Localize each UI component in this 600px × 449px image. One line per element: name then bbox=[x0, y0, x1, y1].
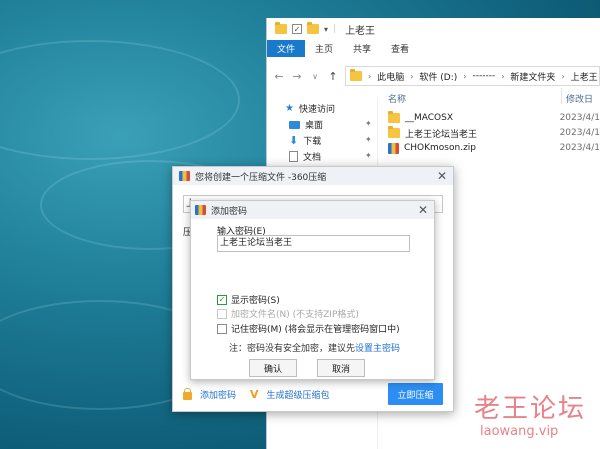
quick-access-dropdown-icon[interactable]: ▾ bbox=[324, 25, 328, 34]
super-archive-icon: V bbox=[250, 387, 259, 401]
super-archive-link[interactable]: 生成超级压缩包 bbox=[267, 388, 330, 401]
compress-now-button[interactable]: 立即压缩 bbox=[388, 383, 443, 405]
tab-view[interactable]: 查看 bbox=[381, 40, 419, 57]
column-divider[interactable] bbox=[561, 88, 562, 104]
breadcrumb-item[interactable]: 软件 (D:) bbox=[419, 70, 457, 83]
nav-item-documents[interactable]: 文档 bbox=[289, 150, 321, 163]
list-item[interactable]: 上老王论坛当老王 2023/4/1 bbox=[388, 126, 600, 140]
chevron-right-icon: › bbox=[463, 71, 467, 81]
watermark: 老王论坛 laowang.vip bbox=[470, 384, 600, 449]
nav-label: 下载 bbox=[303, 137, 322, 147]
breadcrumb-item[interactable]: 上老王 bbox=[571, 70, 598, 83]
breadcrumb-item[interactable]: ------- bbox=[472, 71, 495, 81]
folder-icon bbox=[350, 69, 362, 81]
zip-archive-icon bbox=[388, 142, 399, 154]
chevron-right-icon: › bbox=[410, 71, 414, 81]
add-password-dialog: 添加密码 ✕ 输入密码(E) 上老王论坛当老王 ✓ 显示密码(S) 加密文件名(… bbox=[190, 200, 435, 380]
note-text: 注：密码没有安全加密，建议先 bbox=[229, 344, 356, 354]
download-icon: ⬇ bbox=[289, 134, 299, 147]
folder-icon bbox=[388, 111, 400, 123]
nav-label: 快速访问 bbox=[298, 105, 335, 115]
explorer-titlebar: ✓ ▾ | 上老王 bbox=[267, 18, 600, 40]
chevron-right-icon: › bbox=[561, 71, 565, 81]
watermark-title: 老王论坛 bbox=[474, 394, 587, 424]
column-header-date[interactable]: 修改日 bbox=[566, 92, 593, 105]
dialog-titlebar: 您将创建一个压缩文件 -360压缩 ✕ bbox=[173, 167, 453, 185]
explorer-title: 上老王 bbox=[345, 25, 376, 37]
document-icon bbox=[289, 151, 298, 162]
tab-file[interactable]: 文件 bbox=[267, 40, 306, 57]
close-icon[interactable]: ✕ bbox=[437, 169, 447, 183]
nav-label: 桌面 bbox=[305, 121, 324, 131]
remember-password-checkbox[interactable] bbox=[217, 323, 227, 334]
back-arrow-icon[interactable]: ← bbox=[273, 70, 285, 83]
file-name: CHOKmoson.zip bbox=[404, 143, 477, 153]
file-name: __MACOSX bbox=[405, 113, 454, 123]
encrypt-filenames-option: 加密文件名(N) (不支持ZIP格式) bbox=[217, 307, 359, 320]
add-password-link[interactable]: 添加密码 bbox=[200, 388, 236, 401]
desktop-icon bbox=[289, 120, 300, 129]
option-label: 记住密码(M) (将会显示在管理密码窗口中) bbox=[231, 325, 400, 335]
file-name: 上老王论坛当老王 bbox=[405, 129, 478, 140]
dialog-titlebar: 添加密码 ✕ bbox=[191, 201, 434, 219]
show-password-option[interactable]: ✓ 显示密码(S) bbox=[217, 293, 280, 306]
encrypt-filenames-checkbox bbox=[217, 308, 227, 319]
option-label: 加密文件名(N) (不支持ZIP格式) bbox=[231, 310, 359, 320]
forward-arrow-icon[interactable]: → bbox=[291, 70, 303, 83]
nav-quick-access[interactable]: ★ 快速访问 bbox=[285, 102, 335, 115]
file-date: 2023/4/1 bbox=[559, 143, 600, 153]
ribbon-tabs: 文件 主页 共享 查看 bbox=[267, 40, 600, 57]
column-header-name[interactable]: 名称 bbox=[388, 92, 406, 105]
pin-icon: ✦ bbox=[365, 119, 372, 128]
titlebar-divider: | bbox=[333, 24, 337, 34]
file-date: 2023/4/1 bbox=[559, 113, 600, 123]
nav-label: 文档 bbox=[303, 153, 322, 163]
file-name-cell: 上老王论坛当老王 bbox=[388, 126, 556, 140]
360zip-icon bbox=[179, 171, 190, 181]
nav-item-downloads[interactable]: ⬇ 下载 bbox=[289, 134, 321, 147]
breadcrumb-item[interactable]: 此电脑 bbox=[377, 70, 404, 83]
option-label: 显示密码(S) bbox=[231, 296, 280, 306]
file-name-cell: CHOKmoson.zip bbox=[388, 142, 556, 154]
tab-share[interactable]: 共享 bbox=[343, 40, 381, 57]
dialog-title: 您将创建一个压缩文件 -360压缩 bbox=[195, 172, 327, 183]
list-item[interactable]: CHOKmoson.zip 2023/4/1 bbox=[388, 141, 600, 155]
360zip-icon bbox=[195, 205, 206, 215]
recent-chevron-icon[interactable]: ∨ bbox=[309, 72, 321, 81]
file-date: 2023/4/1 bbox=[559, 128, 600, 138]
show-password-checkbox[interactable]: ✓ bbox=[217, 294, 227, 305]
water-ripple bbox=[0, 40, 240, 160]
up-arrow-icon[interactable]: ↑ bbox=[327, 70, 339, 83]
list-item[interactable]: __MACOSX 2023/4/1 bbox=[388, 111, 600, 125]
chevron-right-icon: › bbox=[501, 71, 505, 81]
tab-home[interactable]: 主页 bbox=[305, 40, 343, 57]
address-bar[interactable]: › 此电脑 › 软件 (D:) › ------- › 新建文件夹 › 上老王 bbox=[345, 66, 600, 86]
dialog-title: 添加密码 bbox=[211, 206, 248, 217]
security-note: 注：密码没有安全加密，建议先设置主密码 bbox=[229, 341, 400, 354]
folder-icon bbox=[388, 126, 400, 138]
pin-icon: ✦ bbox=[365, 151, 372, 160]
pin-icon: ✦ bbox=[365, 135, 372, 144]
password-input[interactable]: 上老王论坛当老王 bbox=[217, 235, 410, 252]
chevron-right-icon: › bbox=[368, 71, 372, 81]
file-name-cell: __MACOSX bbox=[388, 111, 556, 123]
ok-button[interactable]: 确认 bbox=[249, 359, 297, 377]
cancel-button[interactable]: 取消 bbox=[317, 359, 365, 377]
close-icon[interactable]: ✕ bbox=[418, 203, 428, 217]
address-row: ← → ∨ ↑ › 此电脑 › 软件 (D:) › ------- › 新建文件… bbox=[267, 61, 600, 91]
properties-check-icon[interactable]: ✓ bbox=[292, 24, 302, 34]
lock-icon bbox=[183, 387, 192, 400]
watermark-url: laowang.vip bbox=[480, 424, 559, 439]
new-folder-icon[interactable] bbox=[307, 22, 319, 34]
nav-item-desktop[interactable]: 桌面 bbox=[289, 118, 323, 131]
breadcrumb-item[interactable]: 新建文件夹 bbox=[510, 70, 555, 83]
set-master-password-link[interactable]: 设置主密码 bbox=[355, 344, 400, 354]
star-icon: ★ bbox=[285, 103, 294, 114]
folder-icon bbox=[275, 22, 287, 34]
remember-password-option[interactable]: 记住密码(M) (将会显示在管理密码窗口中) bbox=[217, 322, 400, 335]
